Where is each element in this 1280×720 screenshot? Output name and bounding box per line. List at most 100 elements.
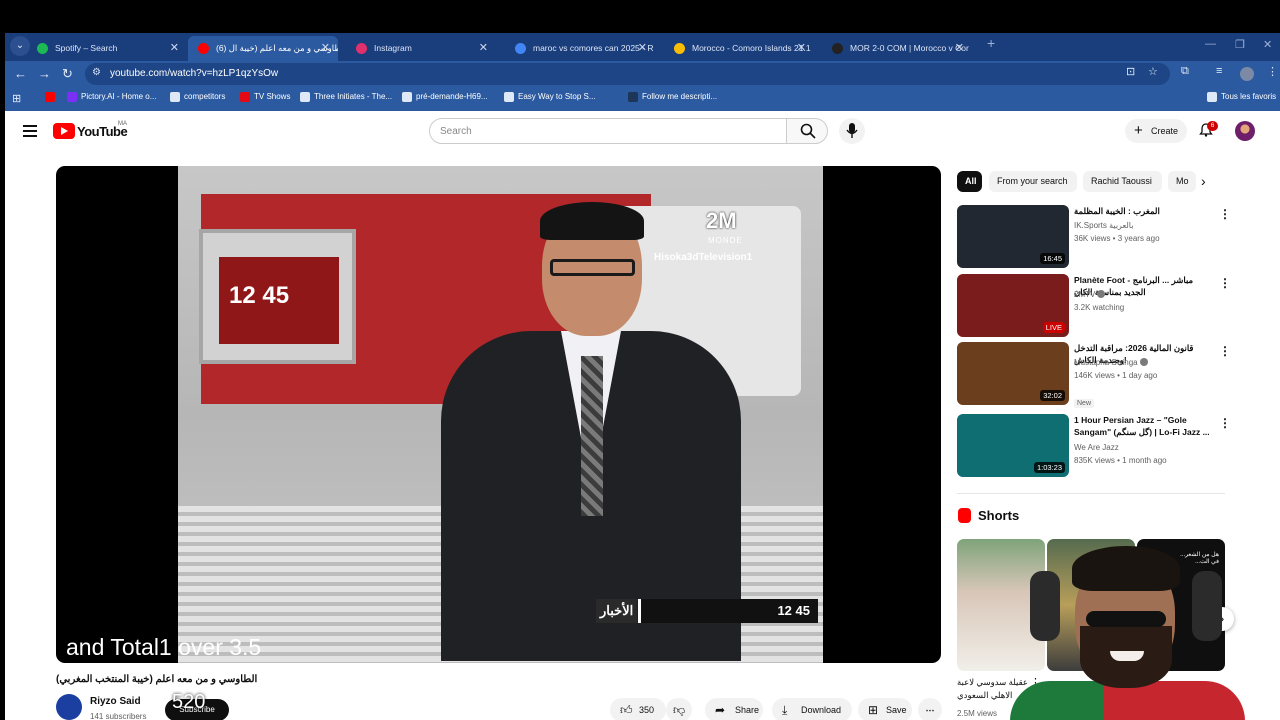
browser-tab[interactable]: Spotify – Search ✕: [27, 36, 187, 61]
headphone-right: [1192, 571, 1222, 641]
notification-count-badge: 6: [1207, 121, 1218, 131]
site-info-icon[interactable]: ⚙: [92, 67, 101, 78]
recommended-video[interactable]: LIVE Planète Foot - مباشر ... البرنامج ال…: [957, 274, 1232, 338]
bookmarks-bar: ⊞ Pictory.AI - Home o... competitors TV Sh…: [5, 87, 1280, 111]
video-thumbnail[interactable]: 1:03:23: [957, 414, 1069, 477]
video-thumbnail[interactable]: LIVE: [957, 274, 1069, 337]
more-vertical-icon[interactable]: ⋮: [1219, 344, 1231, 358]
dislike-button[interactable]: 👎︎: [666, 698, 692, 720]
maximize-icon[interactable]: ❐: [1235, 38, 1245, 51]
reload-icon[interactable]: ↻: [62, 66, 73, 82]
tab-close-icon[interactable]: ✕: [321, 36, 330, 61]
create-label: Create: [1151, 126, 1179, 136]
all-bookmarks-folder[interactable]: Tous les favoris: [1207, 92, 1276, 102]
search-button[interactable]: [786, 118, 828, 144]
channel-label: We Are Jazz: [1074, 443, 1119, 452]
webcam-overlay: [1000, 541, 1255, 720]
news-bar-time: 12 45: [638, 599, 818, 623]
duration-badge: 1:03:23: [1033, 462, 1065, 473]
browser-tab[interactable]: MOR 2-0 COM | Morocco v Cor ✕: [822, 36, 972, 61]
search-placeholder: Search: [440, 126, 472, 137]
browser-menu-icon[interactable]: ⋮: [1267, 65, 1278, 78]
install-app-icon[interactable]: ⊡: [1126, 65, 1135, 78]
apps-grid-icon[interactable]: ⊞: [12, 91, 21, 107]
recommended-video[interactable]: 16:45 المغرب : الخيبة المظلمة IK.Sports با…: [957, 205, 1232, 269]
recommended-video[interactable]: 1:03:23 1 Hour Persian Jazz – "Gole Sanga…: [957, 414, 1232, 478]
browser-tab[interactable]: Instagram ✕: [346, 36, 496, 61]
bookmark-item[interactable]: Three Initiates - The...: [300, 92, 392, 102]
forward-icon[interactable]: →: [38, 66, 51, 82]
youtube-logo-icon[interactable]: [53, 123, 75, 139]
recommended-channel[interactable]: We Are Jazz: [1074, 443, 1119, 452]
recommended-video[interactable]: 32:02 قانون المالية 2026: مراقبة التدخل و…: [957, 342, 1232, 408]
tab-close-icon[interactable]: ✕: [479, 36, 488, 61]
browser-tab[interactable]: (6) الطاوسي و من معه اعلم (خيبة ال ✕: [188, 36, 338, 61]
channel-name[interactable]: Riyzo Said: [90, 696, 141, 707]
bookmark-item[interactable]: Easy Way to Stop S...: [504, 92, 596, 102]
chevron-right-icon[interactable]: ›: [1201, 173, 1206, 189]
bookmark-item[interactable]: competitors: [170, 92, 226, 102]
save-button[interactable]: ⊞ Save: [858, 698, 912, 720]
bookmark-item[interactable]: Follow me descripti...: [628, 92, 717, 102]
media-control-icon[interactable]: ≡: [1216, 65, 1222, 77]
more-vertical-icon[interactable]: ⋮: [1219, 416, 1231, 430]
like-button[interactable]: 👍︎ 350: [610, 698, 666, 720]
recommended-meta: 146K views • 1 day ago: [1074, 371, 1158, 380]
tab-favicon-icon: [832, 43, 843, 54]
bookmark-favicon-icon: [170, 92, 180, 102]
bookmark-star-icon[interactable]: ☆: [1148, 65, 1158, 78]
tab-title: (6) الطاوسي و من معه اعلم (خيبة ال: [216, 43, 338, 53]
video-thumbnail[interactable]: 16:45: [957, 205, 1069, 268]
save-label: Save: [886, 705, 907, 715]
filter-chip[interactable]: Rachid Taoussi: [1083, 171, 1162, 192]
bookmark-label: competitors: [184, 92, 226, 101]
browser-tab[interactable]: maroc vs comores can 2025 - R ✕: [505, 36, 655, 61]
monitor-time: 12 45: [229, 282, 290, 309]
streamer-hair: [1072, 546, 1180, 591]
bookmark-favicon-icon: [628, 92, 638, 102]
video-player[interactable]: 12 45 2M MONDE Hisoka3dTelevision1 الأخب…: [56, 166, 941, 663]
tab-favicon-icon: [356, 43, 367, 54]
channel-avatar[interactable]: [56, 694, 82, 720]
more-vertical-icon[interactable]: ⋮: [1219, 207, 1231, 221]
filter-chip[interactable]: All: [957, 171, 982, 192]
share-button[interactable]: ➦ Share: [705, 698, 763, 720]
create-button[interactable]: + Create: [1125, 119, 1187, 143]
filter-chip[interactable]: From your search: [989, 171, 1077, 192]
search-input[interactable]: Search: [429, 118, 787, 144]
back-icon[interactable]: ←: [14, 66, 27, 82]
tab-title: Instagram: [374, 43, 412, 53]
minimize-icon[interactable]: —: [1205, 38, 1216, 50]
download-button[interactable]: ⤓ Download: [772, 698, 852, 720]
recommended-title[interactable]: المغرب : الخيبة المظلمة: [1074, 205, 1214, 217]
screen: ⌄ Spotify – Search ✕ (6) الطاوسي و من معه …: [0, 0, 1280, 720]
recommended-channel[interactable]: 2MTV: [1074, 290, 1106, 299]
news-bar-label: الأخبار: [596, 599, 638, 623]
filter-chip[interactable]: Mo: [1168, 171, 1196, 192]
recommended-channel[interactable]: IK.Sports بالعربية: [1074, 221, 1133, 230]
address-bar[interactable]: ⚙ youtube.com/watch?v=hzLP1qzYsOw: [85, 63, 1170, 85]
bookmark-item[interactable]: pré-demande-H69...: [402, 92, 488, 102]
search-icon: [800, 123, 816, 139]
profile-avatar-icon[interactable]: [1240, 67, 1254, 81]
video-thumbnail[interactable]: 32:02: [957, 342, 1069, 405]
tab-close-icon[interactable]: ✕: [638, 36, 647, 61]
more-actions-button[interactable]: ⋯: [918, 698, 942, 720]
tab-close-icon[interactable]: ✕: [955, 36, 964, 61]
more-vertical-icon[interactable]: ⋮: [1219, 276, 1231, 290]
account-avatar[interactable]: [1235, 121, 1255, 141]
bookmark-item[interactable]: TV Shows: [240, 92, 290, 102]
recommended-title[interactable]: 1 Hour Persian Jazz – "Gole Sangam" (گل …: [1074, 414, 1214, 438]
extensions-icon[interactable]: ⧉: [1181, 65, 1189, 78]
recommended-channel[interactable]: Mustapha Swinga: [1074, 358, 1148, 367]
voice-search-button[interactable]: [839, 118, 865, 144]
address-toolbar: ← → ↻ ⚙ youtube.com/watch?v=hzLP1qzYsOw …: [5, 61, 1280, 87]
new-tab-button[interactable]: +: [987, 35, 995, 51]
share-label: Share: [735, 705, 760, 715]
close-window-icon[interactable]: ✕: [1263, 38, 1272, 51]
bookmark-item[interactable]: Pictory.AI - Home o...: [67, 92, 156, 102]
browser-tab[interactable]: Morocco - Comoro Islands 21.1 ✕: [664, 36, 814, 61]
tab-close-icon[interactable]: ✕: [797, 36, 806, 61]
guide-menu-icon[interactable]: [23, 125, 37, 137]
tab-close-icon[interactable]: ✕: [170, 36, 179, 61]
